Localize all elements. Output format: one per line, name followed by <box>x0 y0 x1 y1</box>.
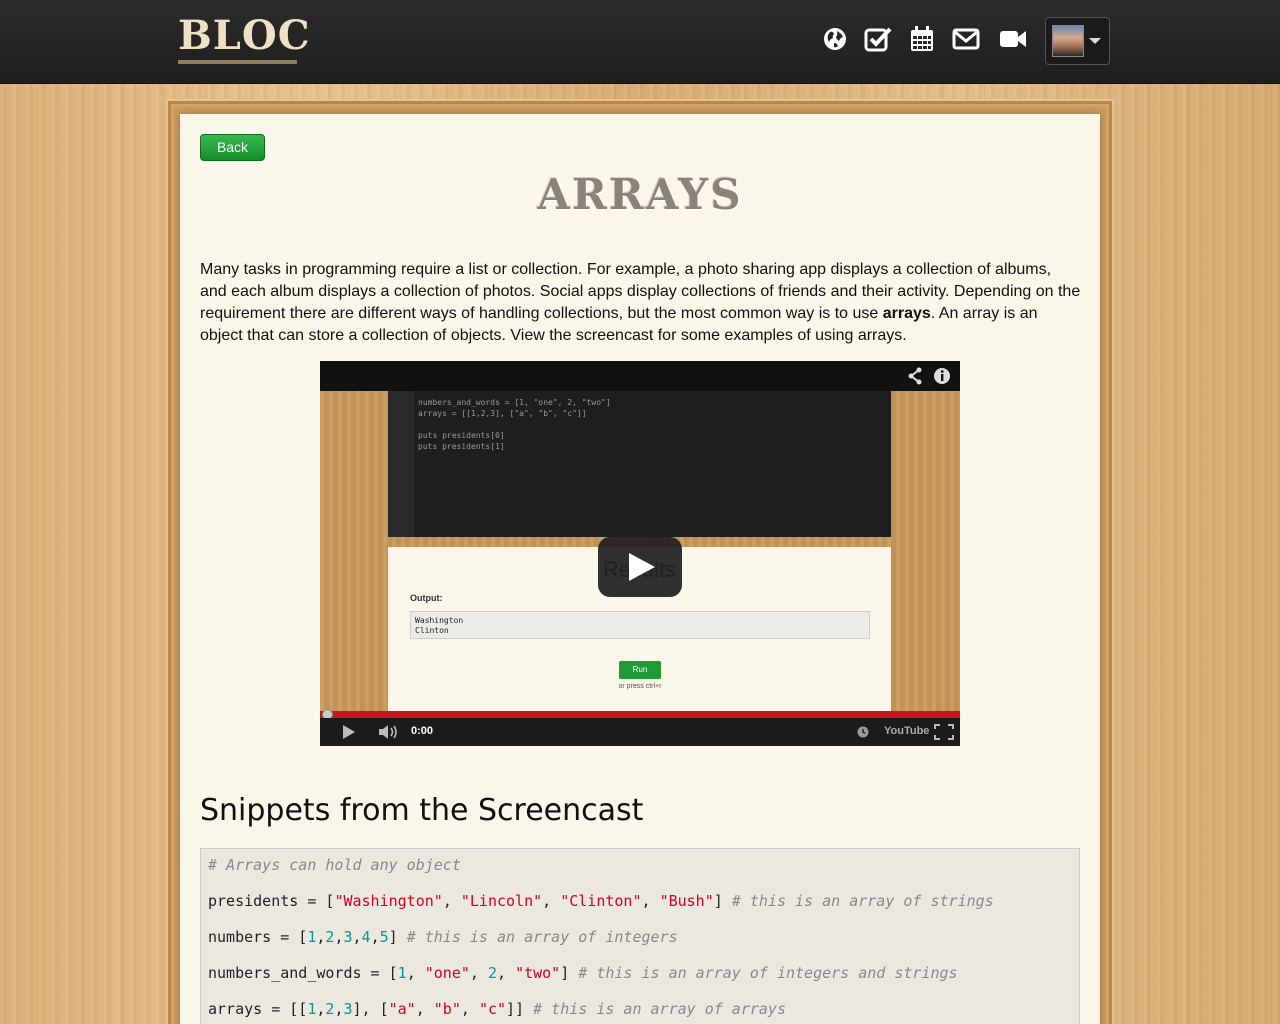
play-button[interactable] <box>598 537 682 597</box>
snippets-heading: Snippets from the Screencast <box>200 793 644 828</box>
intro-bold-term: arrays <box>882 305 931 322</box>
code-line-arrays: arrays = [[1,2,3], ["a", "b", "c"]] # th… <box>208 1000 786 1018</box>
video-code-editor: numbers_and_words = [1, "one", 2, "two"]… <box>388 391 891 537</box>
bloc-logo[interactable]: BLOC <box>178 14 311 58</box>
play-small-icon[interactable] <box>338 718 360 746</box>
progress-bar[interactable] <box>320 709 960 720</box>
volume-icon[interactable] <box>376 718 402 746</box>
editor-code: numbers_and_words = [1, "one", 2, "two"]… <box>418 398 611 451</box>
code-line-presidents: presidents = ["Washington", "Lincoln", "… <box>208 892 994 910</box>
share-icon[interactable] <box>907 367 923 390</box>
code-line-numbers: numbers = [1,2,3,4,5] # this is an array… <box>208 928 678 946</box>
back-button[interactable]: Back <box>200 134 265 161</box>
fullscreen-icon[interactable] <box>933 718 955 746</box>
intro-paragraph: Many tasks in programming require a list… <box>200 259 1082 347</box>
youtube-logo[interactable]: YouTube <box>884 725 929 737</box>
caret-down-icon <box>1089 38 1101 44</box>
run-hint: or press ctrl+r <box>618 683 662 690</box>
run-button: Run <box>619 661 661 679</box>
code-line-numbers-and-words: numbers_and_words = [1, "one", 2, "two"]… <box>208 964 958 982</box>
avatar <box>1052 25 1084 57</box>
page-title: ARRAYS <box>537 170 743 219</box>
user-menu-button[interactable] <box>1045 17 1110 65</box>
player-controls: 0:00 YouTube <box>320 718 960 746</box>
time-display: 0:00 <box>411 725 434 737</box>
editor-gutter <box>388 391 414 537</box>
video-frame: numbers_and_words = [1, "one", 2, "two"]… <box>320 391 960 711</box>
calendar-icon[interactable] <box>905 22 939 56</box>
envelope-icon[interactable] <box>949 22 983 56</box>
player-top-bar <box>320 361 960 391</box>
code-comment: # Arrays can hold any object <box>208 856 461 874</box>
output-label: Output: <box>410 593 443 603</box>
code-snippet-block: # Arrays can hold any object presidents … <box>200 848 1080 1024</box>
video-camera-icon[interactable] <box>996 22 1030 56</box>
logo-underline <box>178 60 297 64</box>
watch-later-icon[interactable] <box>855 718 871 746</box>
info-icon[interactable] <box>933 367 951 390</box>
play-icon <box>629 553 655 581</box>
code-line-comment: # Arrays can hold any object <box>208 857 1072 893</box>
youtube-player[interactable]: numbers_and_words = [1, "one", 2, "two"]… <box>320 361 960 746</box>
output-box: Washington Clinton <box>410 611 870 639</box>
checkbox-icon[interactable] <box>861 22 895 56</box>
globe-icon[interactable] <box>818 22 852 56</box>
top-navbar: BLOC <box>0 0 1280 84</box>
